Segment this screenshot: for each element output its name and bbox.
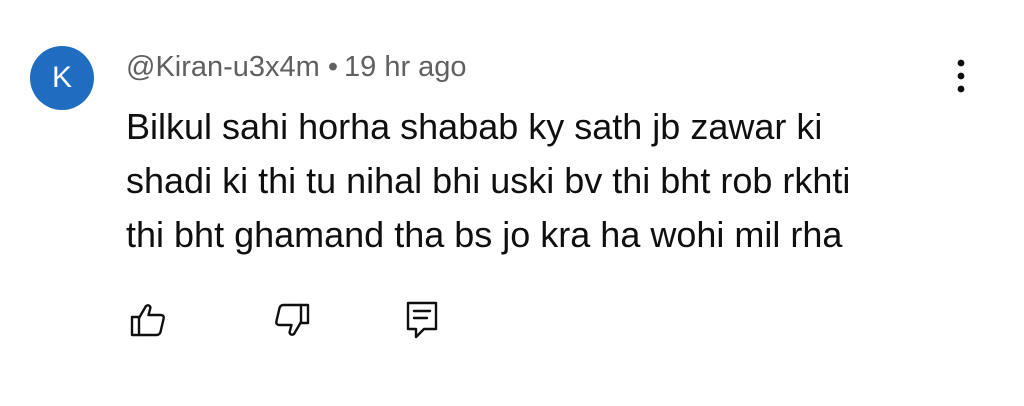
reply-button[interactable]: [400, 298, 444, 342]
like-button[interactable]: [126, 298, 170, 342]
comment-text: Bilkul sahi horha shabab ky sath jb zawa…: [126, 100, 956, 262]
comment-meta: @Kiran-u3x4m • 19 hr ago: [126, 49, 467, 85]
comment-line: shadi ki thi tu nihal bhi uski bv thi bh…: [126, 160, 851, 201]
avatar-initial: K: [51, 61, 72, 94]
dislike-button[interactable]: [270, 298, 314, 342]
thumbs-up-icon: [129, 301, 167, 339]
reply-comment-icon: [404, 300, 440, 340]
more-options-button[interactable]: [946, 56, 976, 96]
avatar[interactable]: K: [30, 46, 94, 110]
comment-line: Bilkul sahi horha shabab ky sath jb zawa…: [126, 106, 823, 147]
author-name[interactable]: @Kiran-u3x4m: [126, 51, 320, 83]
meta-separator: •: [327, 51, 338, 83]
comment-card: K @Kiran-u3x4m • 19 hr ago Bilkul sahi hor…: [0, 0, 1024, 406]
thumbs-down-icon: [273, 301, 311, 339]
comment-line: thi bht ghamand tha bs jo kra ha wohi mi…: [126, 214, 843, 255]
more-vertical-icon: [956, 58, 966, 94]
comment-timestamp[interactable]: 19 hr ago: [344, 51, 467, 83]
